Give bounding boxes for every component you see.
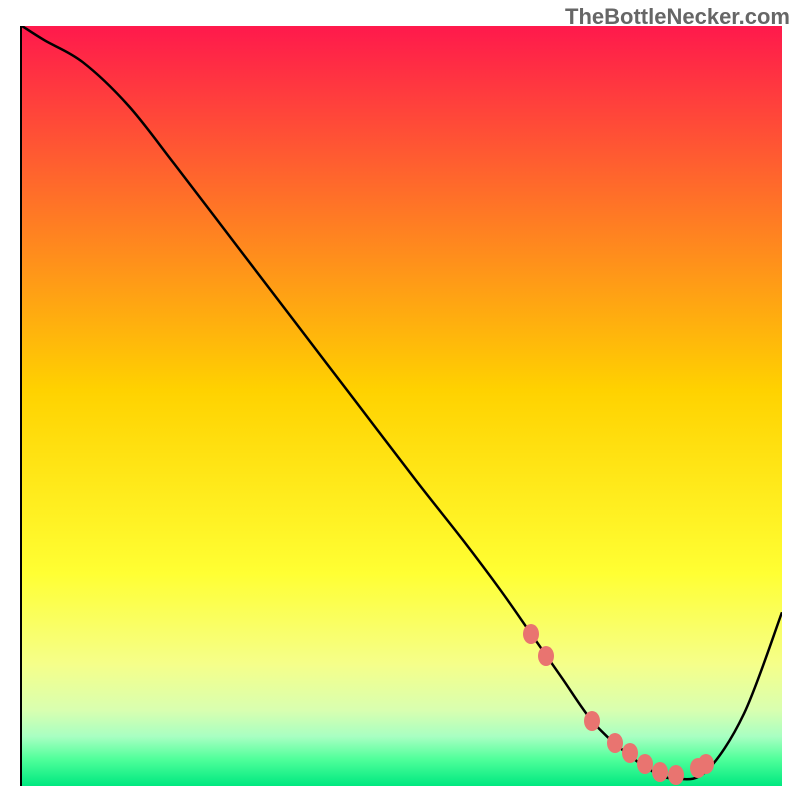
plot-area: [20, 26, 780, 786]
chart-container: TheBottleNecker.com: [0, 0, 800, 800]
background-gradient: [22, 26, 782, 786]
attribution-text: TheBottleNecker.com: [565, 4, 790, 30]
